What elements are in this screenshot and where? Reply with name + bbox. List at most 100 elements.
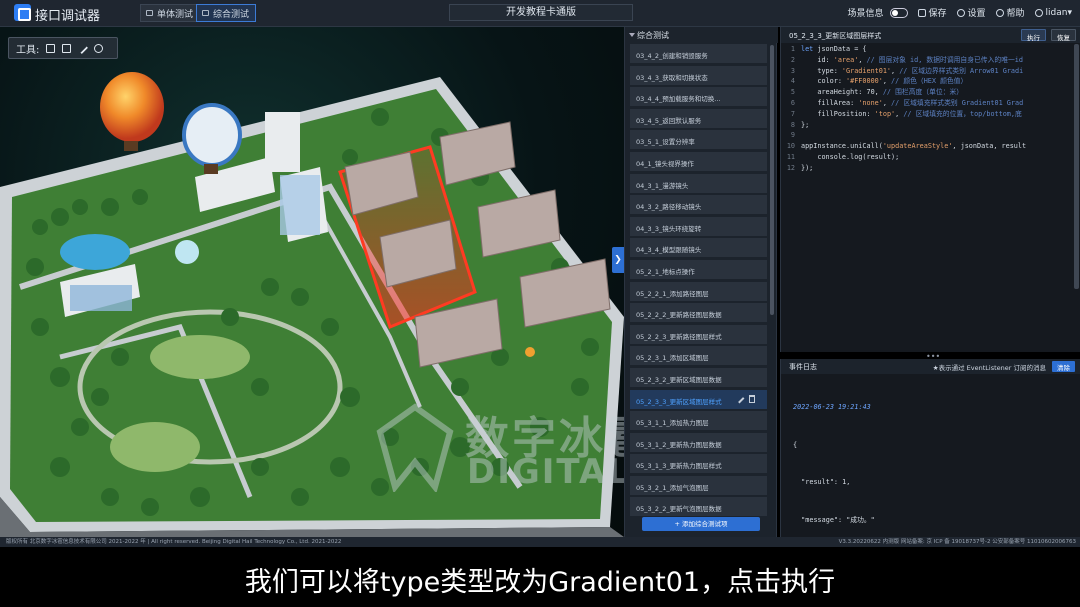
- clear-log-button[interactable]: 清除: [1052, 361, 1075, 372]
- tab-label: 综合测试: [213, 10, 250, 20]
- list-item[interactable]: 05_3_1_3_更新热力图层样式: [630, 454, 767, 474]
- list-item[interactable]: 05_2_1_地标点操作: [630, 259, 767, 279]
- list-item[interactable]: 05_2_2_3_更新路径图层样式: [630, 324, 767, 344]
- settings-label: 设置: [967, 9, 986, 19]
- add-test-button[interactable]: + 添加综合测试项: [642, 517, 760, 531]
- toggle-switch-icon[interactable]: [889, 7, 908, 18]
- list-item-label: 05_3_1_1_添加热力图层: [636, 419, 709, 428]
- list-item-label: 05_3_2_1_添加气泡图层: [636, 483, 709, 492]
- line-number: 7: [790, 109, 795, 118]
- delete-icon[interactable]: [749, 394, 755, 403]
- gear-icon[interactable]: [94, 43, 104, 53]
- test-list-panel: 综合测试 03_4_2_创建和销毁服务 03_4_3_获取和切换状态 03_4_4_…: [624, 27, 778, 537]
- save-icon: [917, 8, 926, 17]
- code-line: 4 color: '#FF0000', // 颜色（HEX 颜色值）: [781, 76, 1073, 87]
- list-item[interactable]: 05_3_1_2_更新热力图层数据: [630, 432, 767, 452]
- code-text: id: 'area', // 图层对象 id, 数据时调用自身已传入的唯一id: [801, 55, 1023, 64]
- list-item-label: 04_3_3_镜头环绕旋转: [636, 224, 702, 233]
- event-log-panel: 事件日志 ★表示通过 EventListener 订阅的消息 清除 2022-0…: [780, 359, 1080, 561]
- footer: 版权所有 北京数字冰雹信息技术有限公司 2021-2022 年 | All ri…: [0, 537, 1080, 547]
- video-subtitle: 我们可以将type类型改为Gradient01，点击执行: [244, 567, 836, 598]
- scene-info-label: 场景信息: [847, 9, 884, 19]
- 3d-scene-viewport[interactable]: 工具: 数字冰雹 DIGITAL HAIL ❯: [0, 27, 624, 537]
- list-item-label: 05_3_1_3_更新热力图层样式: [636, 462, 722, 471]
- line-number: 3: [790, 66, 795, 75]
- list-item[interactable]: 04_3_4_模型跟随镜头: [630, 238, 767, 258]
- line-number: 2: [790, 55, 795, 64]
- line-number: 1: [790, 45, 795, 53]
- code-text: color: '#FF0000', // 颜色（HEX 颜色值）: [801, 77, 968, 86]
- edit-icon[interactable]: [734, 393, 745, 403]
- list-item[interactable]: 04_3_2_路径移动镜头: [630, 195, 767, 215]
- list-item[interactable]: 03_4_5_返回默认服务: [630, 108, 767, 128]
- save-label: 保存: [928, 9, 947, 19]
- line-number: 11: [786, 152, 795, 161]
- line-number: 10: [786, 142, 795, 151]
- list-item-label: 05_2_3_3_更新区域图层样式: [636, 397, 722, 406]
- list-item[interactable]: 05_2_2_1_添加路径图层: [630, 281, 767, 301]
- list-item-label: 05_2_3_1_添加区域图层: [636, 354, 709, 363]
- top-controls: 场景信息 保存 设置 帮助 lidan▾: [847, 6, 1072, 19]
- app-title: 接口调试器: [35, 9, 101, 24]
- app-logo-icon: [14, 4, 31, 21]
- hail-logo-icon: [376, 403, 454, 492]
- editor-scrollbar[interactable]: [1074, 44, 1079, 289]
- list-item[interactable]: 04_3_1_漫游镜头: [630, 173, 767, 193]
- list-item[interactable]: 05_3_2_2_更新气泡图层数据: [630, 497, 767, 517]
- code-line: 12});: [781, 163, 1073, 174]
- pen-icon[interactable]: [77, 42, 89, 54]
- video-subtitle-bar: 我们可以将type类型改为Gradient01，点击执行: [0, 547, 1080, 607]
- collapse-panel-button[interactable]: ❯: [612, 247, 624, 273]
- code-line: 11 console.log(result);: [781, 152, 1073, 163]
- line-number: 6: [790, 98, 795, 107]
- watermark-en: DIGITAL HAIL: [467, 452, 624, 492]
- code-area[interactable]: 1 let jsonData = {2 id: 'area', // 图层对象 i…: [781, 44, 1073, 174]
- log-hint: ★表示通过 EventListener 订阅的消息: [932, 364, 1046, 372]
- list-item[interactable]: 05_2_2_2_更新路径图层数据: [630, 303, 767, 323]
- version-text: V3.3.20220622 内测版 网站备案: 京 ICP 备 19018737…: [838, 539, 1076, 545]
- log-line: "result": 1,: [793, 478, 851, 486]
- list-header[interactable]: 综合测试: [625, 27, 778, 43]
- run-button[interactable]: 执行: [1021, 29, 1046, 42]
- gear-icon: [956, 8, 965, 17]
- test-list: 03_4_2_创建和销毁服务 03_4_3_获取和切换状态 03_4_4_预加载服务…: [630, 44, 767, 519]
- list-item[interactable]: 03_5_1_设置分辨率: [630, 130, 767, 150]
- list-item-label: 03_4_4_预加载服务和切换...: [636, 95, 721, 104]
- user-name: lidan▾: [1045, 7, 1072, 18]
- list-item-label: 05_2_2_1_添加路径图层: [636, 289, 709, 298]
- list-item[interactable]: 05_2_3_3_更新区域图层样式: [630, 389, 767, 409]
- list-item[interactable]: 04_1_镜头视界操作: [630, 151, 767, 171]
- measure-icon[interactable]: [62, 43, 72, 53]
- scene-info-toggle[interactable]: 场景信息: [847, 6, 908, 19]
- hot-air-balloon: [100, 72, 164, 142]
- code-text: });: [801, 163, 814, 172]
- monitor-icon: [146, 10, 153, 16]
- line-number: 12: [786, 163, 795, 172]
- list-item[interactable]: 05_3_1_1_添加热力图层: [630, 411, 767, 431]
- copyright-text: 版权所有 北京数字冰雹信息技术有限公司 2021-2022 年 | All ri…: [6, 539, 342, 545]
- code-text: type: 'Gradient01', // 区域边界样式类别 Arrow01 …: [801, 66, 1024, 75]
- tab-integrated-test[interactable]: 综合测试: [196, 4, 257, 22]
- user-menu[interactable]: lidan▾: [1034, 7, 1072, 18]
- list-item-label: 03_5_1_设置分辨率: [636, 138, 695, 147]
- list-item[interactable]: 04_3_3_镜头环绕旋转: [630, 216, 767, 236]
- select-icon[interactable]: [46, 43, 56, 53]
- line-number: 5: [790, 88, 795, 97]
- list-item[interactable]: 03_4_2_创建和销毁服务: [630, 44, 767, 63]
- list-scrollbar[interactable]: [770, 45, 774, 315]
- settings-button[interactable]: 设置: [956, 6, 986, 19]
- code-line: 2 id: 'area', // 图层对象 id, 数据时调用自身已传入的唯一i…: [781, 55, 1073, 66]
- save-button[interactable]: 保存: [917, 6, 947, 19]
- list-item[interactable]: 03_4_3_获取和切换状态: [630, 65, 767, 85]
- list-item[interactable]: 05_2_3_2_更新区域图层数据: [630, 367, 767, 387]
- code-text: appInstance.uniCall('updateAreaStyle', j…: [801, 142, 1027, 151]
- tab-single-test[interactable]: 单体测试: [140, 4, 201, 22]
- reset-button[interactable]: 恢复: [1051, 29, 1076, 42]
- list-item-label: 03_4_5_返回默认服务: [636, 116, 702, 125]
- list-item[interactable]: 05_2_3_1_添加区域图层: [630, 346, 767, 366]
- list-item[interactable]: 03_4_4_预加载服务和切换...: [630, 87, 767, 107]
- list-item[interactable]: 05_3_2_1_添加气泡图层: [630, 475, 767, 495]
- top-bar: 接口调试器 单体测试 综合测试 开发教程卡通版 场景信息 保存 设置 帮助 li…: [0, 0, 1080, 27]
- list-item-label: 05_2_3_2_更新区域图层数据: [636, 375, 722, 384]
- help-button[interactable]: 帮助: [995, 6, 1025, 19]
